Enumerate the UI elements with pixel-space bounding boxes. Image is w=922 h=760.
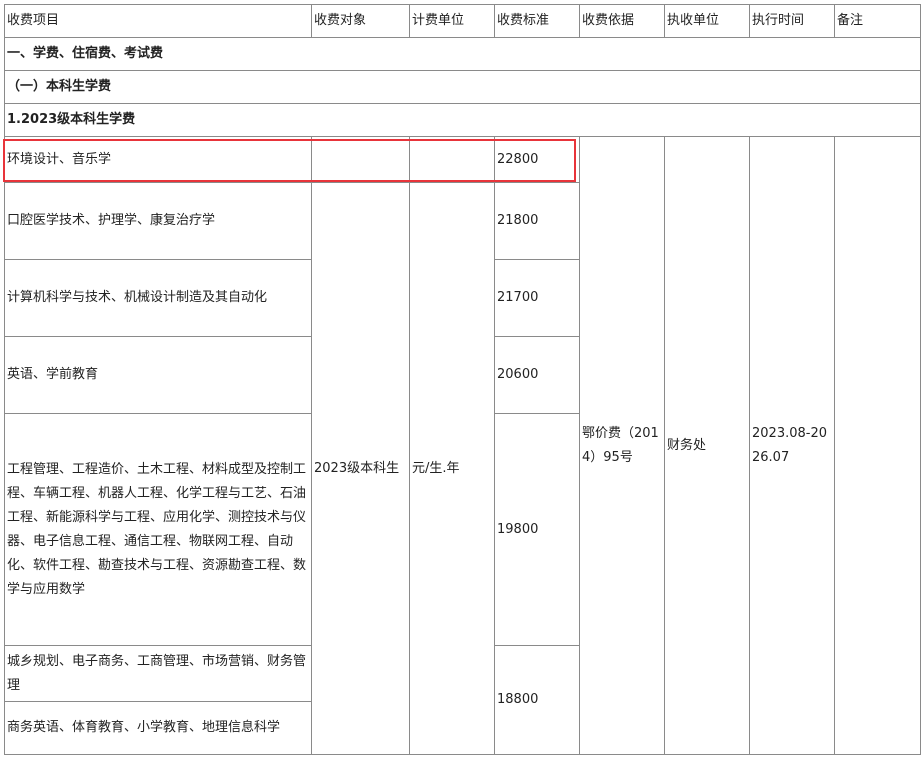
header-fee: 收费标准 bbox=[494, 4, 580, 38]
header-target: 收费对象 bbox=[311, 4, 410, 38]
header-collector: 执收单位 bbox=[664, 4, 750, 38]
section-row: 1.2023级本科生学费 bbox=[4, 103, 921, 137]
unit-cell: 元/生.年 bbox=[409, 182, 495, 755]
header-row: 收费项目 收费对象 计费单位 收费标准 收费依据 执收单位 执行时间 备注 bbox=[4, 4, 921, 38]
major-cell: 商务英语、体育教育、小学教育、地理信息科学 bbox=[4, 701, 312, 755]
fee-cell: 20600 bbox=[494, 336, 580, 414]
table-row: 环境设计、音乐学 22800 鄂价费（2014）95号 财务处 2023.08-… bbox=[4, 136, 921, 755]
target-cell: 2023级本科生 bbox=[311, 182, 410, 755]
section-row: 一、学费、住宿费、考试费 bbox=[4, 37, 921, 71]
target-cell-empty bbox=[311, 136, 410, 183]
fee-table: 收费项目 收费对象 计费单位 收费标准 收费依据 执收单位 执行时间 备注 一、… bbox=[4, 4, 921, 755]
fee-cell: 21700 bbox=[494, 259, 580, 337]
section-title-1: 一、学费、住宿费、考试费 bbox=[4, 37, 921, 71]
major-cell: 城乡规划、电子商务、工商管理、市场营销、财务管理 bbox=[4, 645, 312, 702]
header-period: 执行时间 bbox=[749, 4, 835, 38]
basis-cell: 鄂价费（2014）95号 bbox=[579, 136, 665, 755]
major-cell: 英语、学前教育 bbox=[4, 336, 312, 414]
fee-cell: 21800 bbox=[494, 182, 580, 260]
major-cell: 环境设计、音乐学 bbox=[4, 136, 312, 183]
major-cell: 计算机科学与技术、机械设计制造及其自动化 bbox=[4, 259, 312, 337]
fee-cell: 18800 bbox=[494, 645, 580, 755]
header-remark: 备注 bbox=[834, 4, 921, 38]
header-unit: 计费单位 bbox=[409, 4, 495, 38]
fee-cell: 22800 bbox=[494, 136, 580, 183]
section-title-2: （一）本科生学费 bbox=[4, 70, 921, 104]
fee-cell: 19800 bbox=[494, 413, 580, 646]
period-cell: 2023.08-2026.07 bbox=[749, 136, 835, 755]
major-cell: 工程管理、工程造价、土木工程、材料成型及控制工程、车辆工程、机器人工程、化学工程… bbox=[4, 413, 312, 646]
section-row: （一）本科生学费 bbox=[4, 70, 921, 104]
header-basis: 收费依据 bbox=[579, 4, 665, 38]
header-item: 收费项目 bbox=[4, 4, 312, 38]
collector-cell: 财务处 bbox=[664, 136, 750, 755]
remark-cell bbox=[834, 136, 921, 755]
section-title-3: 1.2023级本科生学费 bbox=[4, 103, 921, 137]
major-cell: 口腔医学技术、护理学、康复治疗学 bbox=[4, 182, 312, 260]
unit-cell-empty bbox=[409, 136, 495, 183]
